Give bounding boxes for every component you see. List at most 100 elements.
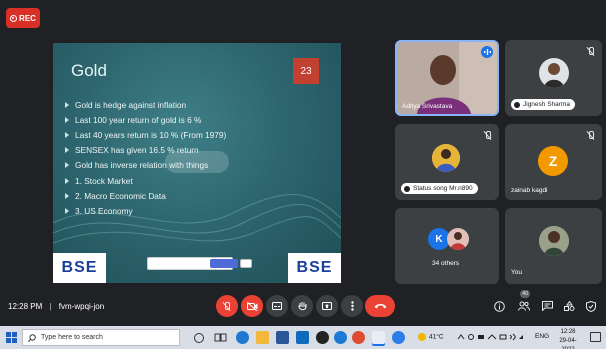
others-tile[interactable]: K 34 others	[395, 208, 499, 284]
mic-off-icon	[586, 130, 596, 140]
slide-bullet: 2. Macro Economic Data	[65, 188, 295, 203]
meeting-time: 12:28 PM	[8, 302, 43, 311]
recording-label: REC	[19, 13, 36, 23]
slide-search-button	[210, 259, 238, 268]
slide-bullet: Gold is hedge against inflation	[65, 97, 295, 112]
task-view-icon[interactable]	[214, 331, 227, 344]
participant-name-pill: Status song Mr.n890	[401, 183, 478, 194]
tray-icons	[457, 333, 523, 341]
slide-bullet: 3. US Economy	[65, 203, 295, 218]
slide-secondary-button	[240, 259, 252, 268]
bullet-icon	[65, 162, 69, 169]
weather-widget[interactable]: 41°C	[418, 333, 444, 341]
bse-logo: BSE	[288, 253, 341, 283]
raise-hand-button[interactable]	[291, 295, 313, 317]
mic-off-icon	[586, 46, 596, 56]
bse-logo-text: BSE	[296, 259, 333, 276]
taskbar-search-box[interactable]: Type here to search	[22, 329, 180, 346]
present-icon	[322, 301, 332, 310]
captions-button[interactable]	[266, 295, 288, 317]
participant-count-badge: 40	[520, 290, 531, 298]
cortana-icon[interactable]	[194, 333, 204, 343]
activities-button[interactable]	[563, 300, 575, 312]
bullet-text: Last 100 year return of gold is 6 %	[75, 114, 202, 125]
participant-name: You	[511, 269, 522, 276]
meeting-info: 12:28 PM | fvm-wpqi-jon	[8, 302, 104, 311]
bullet-text: Last 40 years return is 10 % (From 1979)	[75, 129, 227, 140]
mail-icon[interactable]	[296, 331, 309, 344]
avatar	[447, 228, 469, 250]
windows-start-icon[interactable]	[6, 332, 17, 343]
chrome-active-icon[interactable]	[372, 331, 385, 344]
activities-icon	[563, 301, 574, 311]
participant-name: zainab kagdi	[511, 187, 548, 194]
meeting-info-separator: |	[49, 302, 52, 311]
participant-name: Status song Mr.n890	[413, 185, 473, 192]
captions-icon	[272, 302, 282, 310]
search-placeholder: Type here to search	[41, 334, 103, 341]
file-explorer-icon[interactable]	[256, 331, 269, 344]
participant-tile-you[interactable]: You	[505, 208, 602, 284]
bullet-icon	[65, 131, 69, 138]
mic-icon	[404, 185, 410, 192]
edge-icon[interactable]	[236, 331, 249, 344]
avatar	[539, 58, 569, 88]
avatar: Z	[538, 146, 568, 176]
chat-icon	[541, 301, 553, 311]
chrome-icon[interactable]	[352, 331, 365, 344]
participant-tile-zainab[interactable]: Z zainab kagdi	[505, 124, 602, 200]
taskbar-clock[interactable]: 12:28 29-04-2022	[553, 328, 583, 349]
participant-name-pill: Jignesh Sharma	[511, 99, 575, 110]
slide-number: 23	[293, 58, 319, 84]
weather-temp: 41°C	[429, 333, 444, 341]
more-vert-icon	[350, 301, 354, 311]
people-icon	[518, 301, 530, 311]
participant-tile-jignesh[interactable]: Jignesh Sharma	[505, 40, 602, 116]
bullet-text: 3. US Economy	[75, 205, 133, 216]
slide-bullet: 1. Stock Market	[65, 173, 295, 188]
app-icon[interactable]	[316, 331, 329, 344]
shield-icon	[586, 300, 596, 312]
participant-tile-status-song[interactable]: Status song Mr.n890	[395, 124, 499, 200]
mic-icon	[514, 101, 520, 108]
record-icon	[10, 14, 18, 22]
meeting-details-button[interactable]	[493, 300, 505, 312]
bullet-icon	[65, 116, 69, 123]
present-button[interactable]	[316, 295, 338, 317]
mic-off-icon	[483, 130, 493, 140]
participant-name: Jignesh Sharma	[523, 101, 570, 108]
host-controls-button[interactable]	[585, 300, 597, 312]
bullet-icon	[65, 192, 69, 199]
bse-logo-text: BSE	[61, 259, 98, 276]
notifications-icon[interactable]	[590, 332, 601, 342]
input-language[interactable]: ENG	[535, 333, 549, 340]
bullet-icon	[65, 177, 69, 184]
info-icon	[493, 300, 505, 312]
bullet-text: Gold is hedge against inflation	[75, 99, 187, 110]
speaking-icon	[481, 46, 493, 58]
system-tray-icons[interactable]	[457, 333, 527, 343]
recording-badge: REC	[6, 8, 40, 28]
presentation-slide: Gold 23 Gold is hedge against inflation …	[53, 43, 341, 283]
mic-toggle-button[interactable]	[216, 295, 238, 317]
windows-taskbar: Type here to search 41°C ENG 12:28 29-04…	[0, 326, 606, 349]
avatar	[539, 226, 569, 256]
bullet-text: 2. Macro Economic Data	[75, 190, 166, 201]
search-icon	[28, 333, 36, 342]
leave-call-button[interactable]	[365, 295, 395, 317]
people-button[interactable]: 40	[518, 290, 531, 312]
more-options-button[interactable]	[341, 295, 363, 317]
avatar	[432, 144, 460, 172]
pointer-highlight	[165, 151, 229, 173]
camera-off-icon	[246, 301, 257, 311]
slide-bullet: Last 40 years return is 10 % (From 1979)	[65, 127, 295, 142]
bullet-icon	[65, 147, 69, 154]
camera-toggle-button[interactable]	[241, 295, 263, 317]
app-icon[interactable]	[392, 331, 405, 344]
store-icon[interactable]	[276, 331, 289, 344]
participant-tile-aditya[interactable]: Aditya Srivastava	[395, 40, 499, 116]
internet-explorer-icon[interactable]	[334, 331, 347, 344]
bullet-icon	[65, 207, 69, 214]
hangup-icon	[374, 304, 386, 309]
chat-button[interactable]	[541, 300, 553, 312]
